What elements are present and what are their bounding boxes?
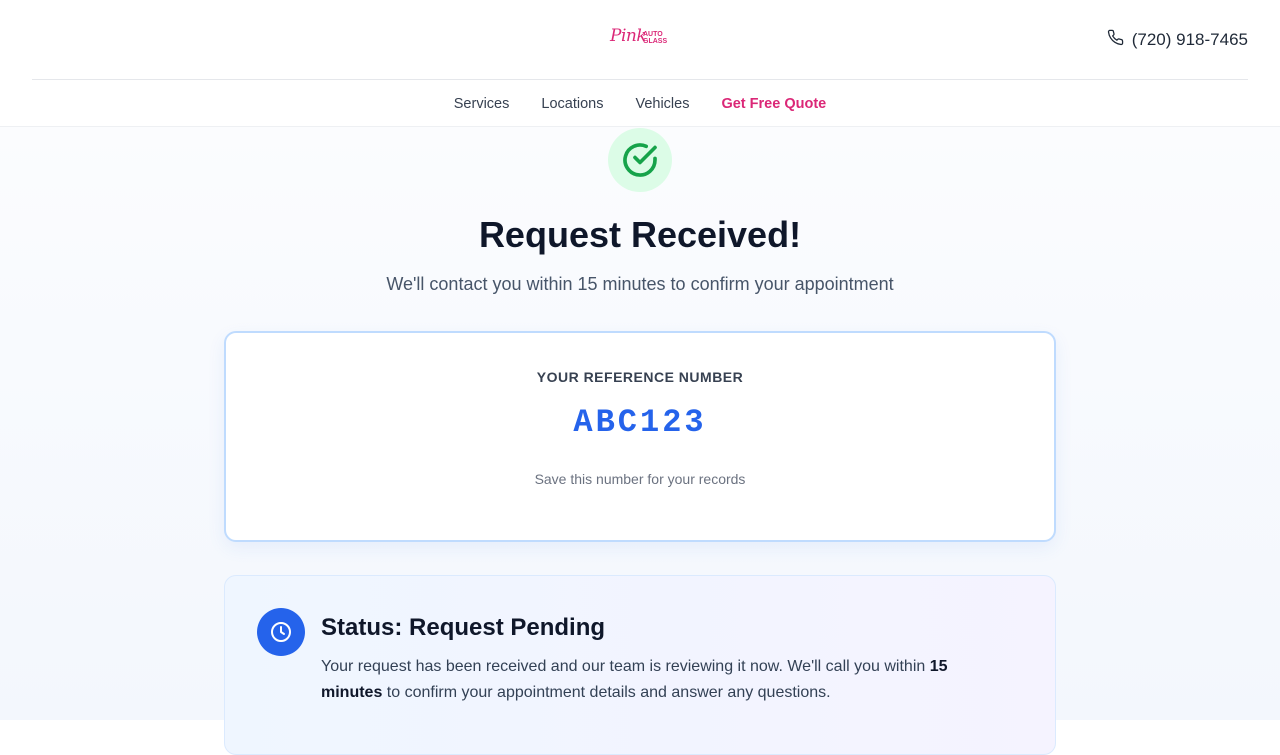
reference-note: Save this number for your records — [534, 471, 746, 487]
status-body-text-end: to confirm your appointment details and … — [382, 684, 831, 701]
status-description: Your request has been received and our t… — [321, 654, 981, 706]
phone-number: (720) 918-7465 — [1131, 30, 1248, 49]
logo-sub-bottom: GLASS — [643, 38, 668, 45]
reference-number: ABC123 — [573, 404, 707, 441]
phone-icon — [1107, 29, 1124, 51]
status-card: Status: Request Pending Your request has… — [224, 575, 1056, 755]
nav-get-free-quote[interactable]: Get Free Quote — [721, 96, 826, 112]
logo-sub-top: AUTO — [643, 31, 663, 38]
status-title: Status: Request Pending — [321, 614, 606, 641]
page-subtitle: We'll contact you within 15 minutes to c… — [386, 274, 894, 294]
nav-locations[interactable]: Locations — [541, 96, 603, 112]
page-title: Request Received! — [478, 214, 802, 255]
nav-vehicles[interactable]: Vehicles — [635, 96, 689, 112]
header-row: Pink AUTO GLASS (720) 918-7465 — [32, 0, 1248, 80]
logo-subtext: AUTO GLASS — [643, 31, 667, 45]
brand-logo[interactable]: Pink AUTO GLASS — [610, 26, 670, 54]
phone-link[interactable]: (720) 918-7465 — [1107, 29, 1248, 51]
reference-card: YOUR REFERENCE NUMBER ABC123 Save this n… — [224, 331, 1056, 542]
check-circle-icon — [608, 128, 672, 192]
site-header: Pink AUTO GLASS (720) 918-7465 Services … — [0, 0, 1280, 127]
clock-icon — [257, 608, 305, 656]
confirmation-section: Request Received! We'll contact you with… — [0, 127, 1280, 755]
reference-label: YOUR REFERENCE NUMBER — [536, 369, 744, 385]
status-body-text: Your request has been received and our t… — [321, 658, 930, 675]
main-nav: Services Locations Vehicles Get Free Quo… — [0, 80, 1280, 127]
nav-services[interactable]: Services — [454, 96, 510, 112]
logo-script-text: Pink — [610, 26, 647, 46]
